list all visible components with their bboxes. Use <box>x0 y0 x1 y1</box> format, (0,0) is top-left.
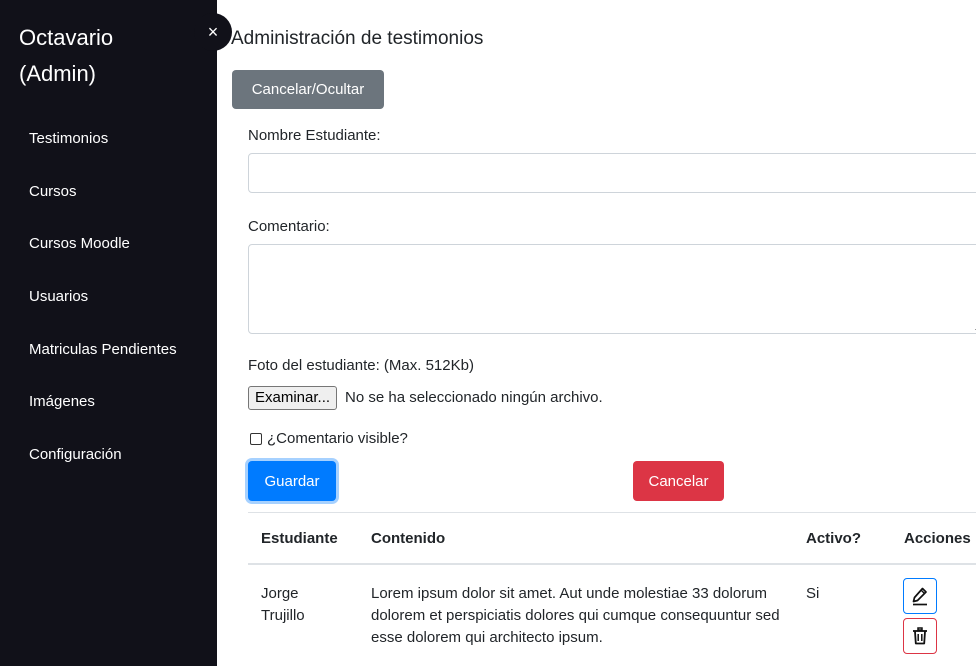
sidebar-nav: Testimonios Cursos Cursos Moodle Usuario… <box>0 113 217 482</box>
sidebar-item-cursos-moodle[interactable]: Cursos Moodle <box>0 218 217 271</box>
main-content: Administración de testimonios Cancelar/O… <box>217 0 976 666</box>
sidebar-item-cursos[interactable]: Cursos <box>0 166 217 219</box>
student-name-input[interactable] <box>248 153 976 193</box>
edit-button[interactable] <box>903 578 937 614</box>
close-sidebar-button[interactable]: × <box>194 13 232 51</box>
table-top-border <box>248 512 976 513</box>
cell-content: Lorem ipsum dolor sit amet. Aut unde mol… <box>371 585 780 646</box>
page-title: Administración de testimonios <box>231 28 484 49</box>
pencil-icon <box>912 587 927 606</box>
student-first-name: Jorge <box>261 585 299 602</box>
browse-file-button[interactable]: Examinar... <box>248 386 338 410</box>
cancel-button[interactable]: Cancelar <box>633 461 724 501</box>
save-button[interactable]: Guardar <box>248 461 336 501</box>
comment-label: Comentario: <box>248 218 330 235</box>
brand-line-1: Octavario <box>19 25 114 50</box>
header-activo: Activo? <box>806 530 862 547</box>
sidebar-item-usuarios[interactable]: Usuarios <box>0 271 217 324</box>
header-contenido: Contenido <box>371 530 446 547</box>
photo-label: Foto del estudiante: (Max. 512Kb) <box>248 357 474 374</box>
close-icon: × <box>207 21 219 42</box>
file-status-text: No se ha seleccionado ningún archivo. <box>345 389 603 406</box>
brand-title: Octavario (Admin) <box>19 20 199 92</box>
cell-student: Jorge Trujillo <box>261 583 356 627</box>
sidebar-item-imagenes[interactable]: Imágenes <box>0 376 217 429</box>
sidebar-item-matriculas-pendientes[interactable]: Matriculas Pendientes <box>0 324 217 377</box>
delete-button[interactable] <box>903 618 937 654</box>
visible-checkbox-label[interactable]: ¿Comentario visible? <box>267 430 408 447</box>
student-last-name: Trujillo <box>261 607 305 624</box>
table-header-border <box>248 563 976 565</box>
header-acciones: Acciones <box>904 530 971 547</box>
sidebar-item-configuracion[interactable]: Configuración <box>0 429 217 482</box>
cell-active: Si <box>806 585 820 602</box>
trash-icon <box>913 627 927 645</box>
student-name-label: Nombre Estudiante: <box>248 127 381 144</box>
sidebar-item-testimonios[interactable]: Testimonios <box>0 113 217 166</box>
header-estudiante: Estudiante <box>261 530 338 547</box>
sidebar: Octavario (Admin) Testimonios Cursos Cur… <box>0 0 217 666</box>
visible-checkbox[interactable] <box>250 433 262 445</box>
comment-textarea[interactable] <box>248 244 976 334</box>
brand-line-2: (Admin) <box>19 61 97 86</box>
cancel-hide-button[interactable]: Cancelar/Ocultar <box>232 70 384 109</box>
